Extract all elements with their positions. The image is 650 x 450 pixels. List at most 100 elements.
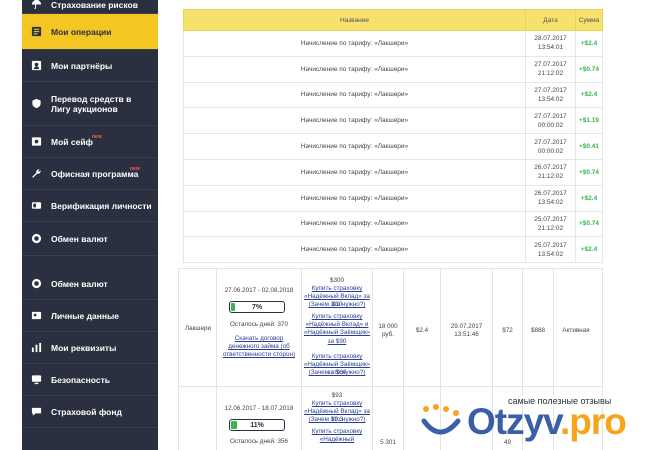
sidebar-item-my-requisites[interactable]: Мои реквизиты	[22, 332, 158, 364]
table-row: Начисление по тарифу: «Лакшери» 27.07.20…	[183, 55, 603, 83]
sidebar-top: Страхование рисков Мои операции Мои парт…	[22, 0, 158, 268]
table-header-row: Название Дата Сумма	[183, 9, 603, 31]
operation-sum: +$2.4	[575, 30, 603, 57]
download-contract-link[interactable]: Скачать договор денежного займа (об отве…	[219, 335, 299, 360]
id-card-icon	[30, 200, 42, 212]
sidebar-item-label: Страховой фонд	[51, 406, 122, 417]
operation-date: 28.07.2017 13:54:01	[525, 30, 576, 57]
sidebar-item-label: Мои партнёры	[51, 60, 113, 71]
why-needed-link[interactable]: (Зачем это нужно?)	[302, 369, 372, 377]
operation-name: Начисление по тарифу: «Лакшери»	[183, 184, 526, 212]
exchange-icon	[30, 278, 42, 290]
sidebar-item-security[interactable]: Безопасность	[22, 364, 158, 396]
shield-icon	[30, 98, 42, 110]
sidebar-item-my-operations[interactable]: Мои операции	[22, 14, 158, 50]
buy-insurance-combo-link[interactable]: Купить страховку «Надёжный Вклад» и «Над…	[302, 313, 372, 346]
operation-date: 26.07.2017 13:54:02	[525, 184, 576, 212]
column-header-date: Дата	[525, 9, 576, 31]
sidebar-item-label: Мой сейф	[51, 136, 93, 147]
operation-name: Начисление по тарифу: «Лакшери»	[183, 107, 526, 135]
deposit-period: 12.06.2017 - 18.07.2018	[224, 405, 294, 412]
offer-price: $93	[331, 392, 343, 399]
why-needed-link[interactable]: (Зачем это нужно?)	[302, 416, 372, 424]
table-row: Начисление по тарифу: «Лакшери» 27.07.20…	[183, 107, 603, 135]
list-icon	[30, 26, 42, 38]
operation-name: Начисление по тарифу: «Лакшери»	[183, 236, 526, 264]
monitor-icon	[30, 374, 42, 386]
wrench-icon	[30, 168, 42, 180]
operation-name: Начисление по тарифу: «Лакшери»	[183, 30, 526, 57]
sidebar-item-label: Мои операции	[51, 26, 112, 37]
why-needed-link[interactable]: (Зачем это нужно?)	[302, 301, 372, 309]
table-row: Начисление по тарифу: «Лакшери» 27.07.20…	[183, 81, 603, 109]
deposit-progress-bar: 11%	[229, 419, 285, 431]
days-left: Осталось дней: 356	[230, 438, 288, 445]
sidebar-item-label: Обмен валют	[51, 278, 108, 289]
accrued-value: $72	[502, 327, 513, 334]
table-row: Начисление по тарифу: «Лакшери» 27.07.20…	[183, 133, 603, 160]
sidebar-item-my-safe[interactable]: Мой сейф new	[22, 126, 158, 158]
operation-date: 25.07.2017 13:54:02	[525, 236, 576, 264]
operation-sum: +$0.41	[575, 133, 603, 160]
deposit-period: 27.06.2017 - 02.08.2018	[224, 287, 294, 294]
column-header-sum: Сумма	[575, 9, 603, 31]
deposit-progress-bar: 7%	[229, 301, 285, 313]
operation-name: Начисление по тарифу: «Лакшери»	[183, 210, 526, 238]
sidebar-bottom: Обмен валют Личные данные Мои реквизиты …	[22, 268, 158, 450]
sidebar-item-label: Перевод средств в Лигу аукционов	[51, 93, 132, 114]
sidebar-item-label: Мои реквизиты	[51, 342, 117, 353]
operation-date: 27.07.2017 00:00:02	[525, 133, 576, 160]
sidebar-item-currency-exchange[interactable]: Обмен валют	[22, 222, 158, 256]
operation-name: Начисление по тарифу: «Лакшери»	[183, 55, 526, 83]
status-badge: Активная	[562, 327, 590, 334]
exchange-icon	[30, 233, 42, 245]
column-header-name: Название	[183, 9, 526, 31]
buy-insurance-combo-link[interactable]: Купить страховку «Надёжный	[302, 428, 372, 444]
sidebar-item-personal-data[interactable]: Личные данные	[22, 300, 158, 332]
operation-name: Начисление по тарифу: «Лакшери»	[183, 158, 526, 186]
sidebar-item-verification[interactable]: Верификация личности	[22, 190, 158, 222]
sidebar-item-label: Верификация личности	[51, 200, 152, 211]
daily-rate: $2.4	[415, 327, 429, 334]
sidebar-item-risk-insurance[interactable]: Страхование рисков	[22, 0, 158, 14]
progress-label: 7%	[251, 303, 263, 311]
deposit-amount: 18 000 руб.	[378, 323, 398, 339]
new-badge: new	[92, 134, 102, 140]
operation-date: 27.07.2017 13:54:02	[525, 81, 576, 109]
sidebar-item-my-partners[interactable]: Мои партнёры	[22, 50, 158, 82]
deposit-datetime: 29.07.2017 13:51:46	[450, 323, 483, 339]
table-row: Начисление по тарифу: «Лакшери» 26.07.20…	[183, 158, 603, 186]
operation-date: 27.07.2017 21:12:02	[525, 55, 576, 83]
chat-icon	[30, 406, 42, 418]
total-value: $888	[530, 327, 545, 334]
operation-sum: +$2.4	[575, 236, 603, 264]
operation-sum: +$2.4	[575, 81, 603, 109]
table-row: Начисление по тарифу: «Лакшери» 26.07.20…	[183, 184, 603, 212]
table-row: Начисление по тарифу: «Лакшери» 28.07.20…	[183, 30, 603, 57]
sidebar-item-insurance-fund[interactable]: Страховой фонд	[22, 396, 158, 428]
sidebar-item-label: Страхование рисков	[51, 0, 138, 10]
chart-icon	[30, 342, 42, 354]
tariff-name: Лакшери	[185, 325, 211, 332]
sidebar-item-currency-exchange[interactable]: Обмен валют	[22, 268, 158, 300]
table-row: Начисление по тарифу: «Лакшери» 25.07.20…	[183, 210, 603, 238]
progress-label: 11%	[250, 421, 264, 429]
sidebar-item-label: Личные данные	[51, 310, 119, 321]
umbrella-icon	[30, 0, 42, 11]
operation-sum: +$0.74	[575, 210, 603, 238]
sidebar-item-office-program[interactable]: Офисная программа new	[22, 158, 158, 190]
sidebar-item-label: Обмен валют	[51, 233, 108, 244]
operation-sum: +$0.74	[575, 55, 603, 83]
offer-price: $300	[329, 277, 344, 284]
operation-date: 25.07.2017 21:12:02	[525, 210, 576, 238]
operation-sum: +$2.4	[575, 184, 603, 212]
users-icon	[30, 60, 42, 72]
operations-table: Название Дата Сумма Начисление по тарифу…	[183, 9, 603, 264]
days-left: Осталось дней: 370	[230, 321, 288, 328]
operation-name: Начисление по тарифу: «Лакшери»	[183, 133, 526, 160]
sidebar-item-label: Безопасность	[51, 374, 110, 385]
operation-name: Начисление по тарифу: «Лакшери»	[183, 81, 526, 109]
watermark-brand: Otzyv.pro	[467, 401, 627, 442]
sidebar-item-transfer-league[interactable]: Перевод средств в Лигу аукционов	[22, 82, 158, 126]
table-row: Лакшери 27.06.2017 - 02.08.2018 7% Остал…	[179, 268, 602, 386]
